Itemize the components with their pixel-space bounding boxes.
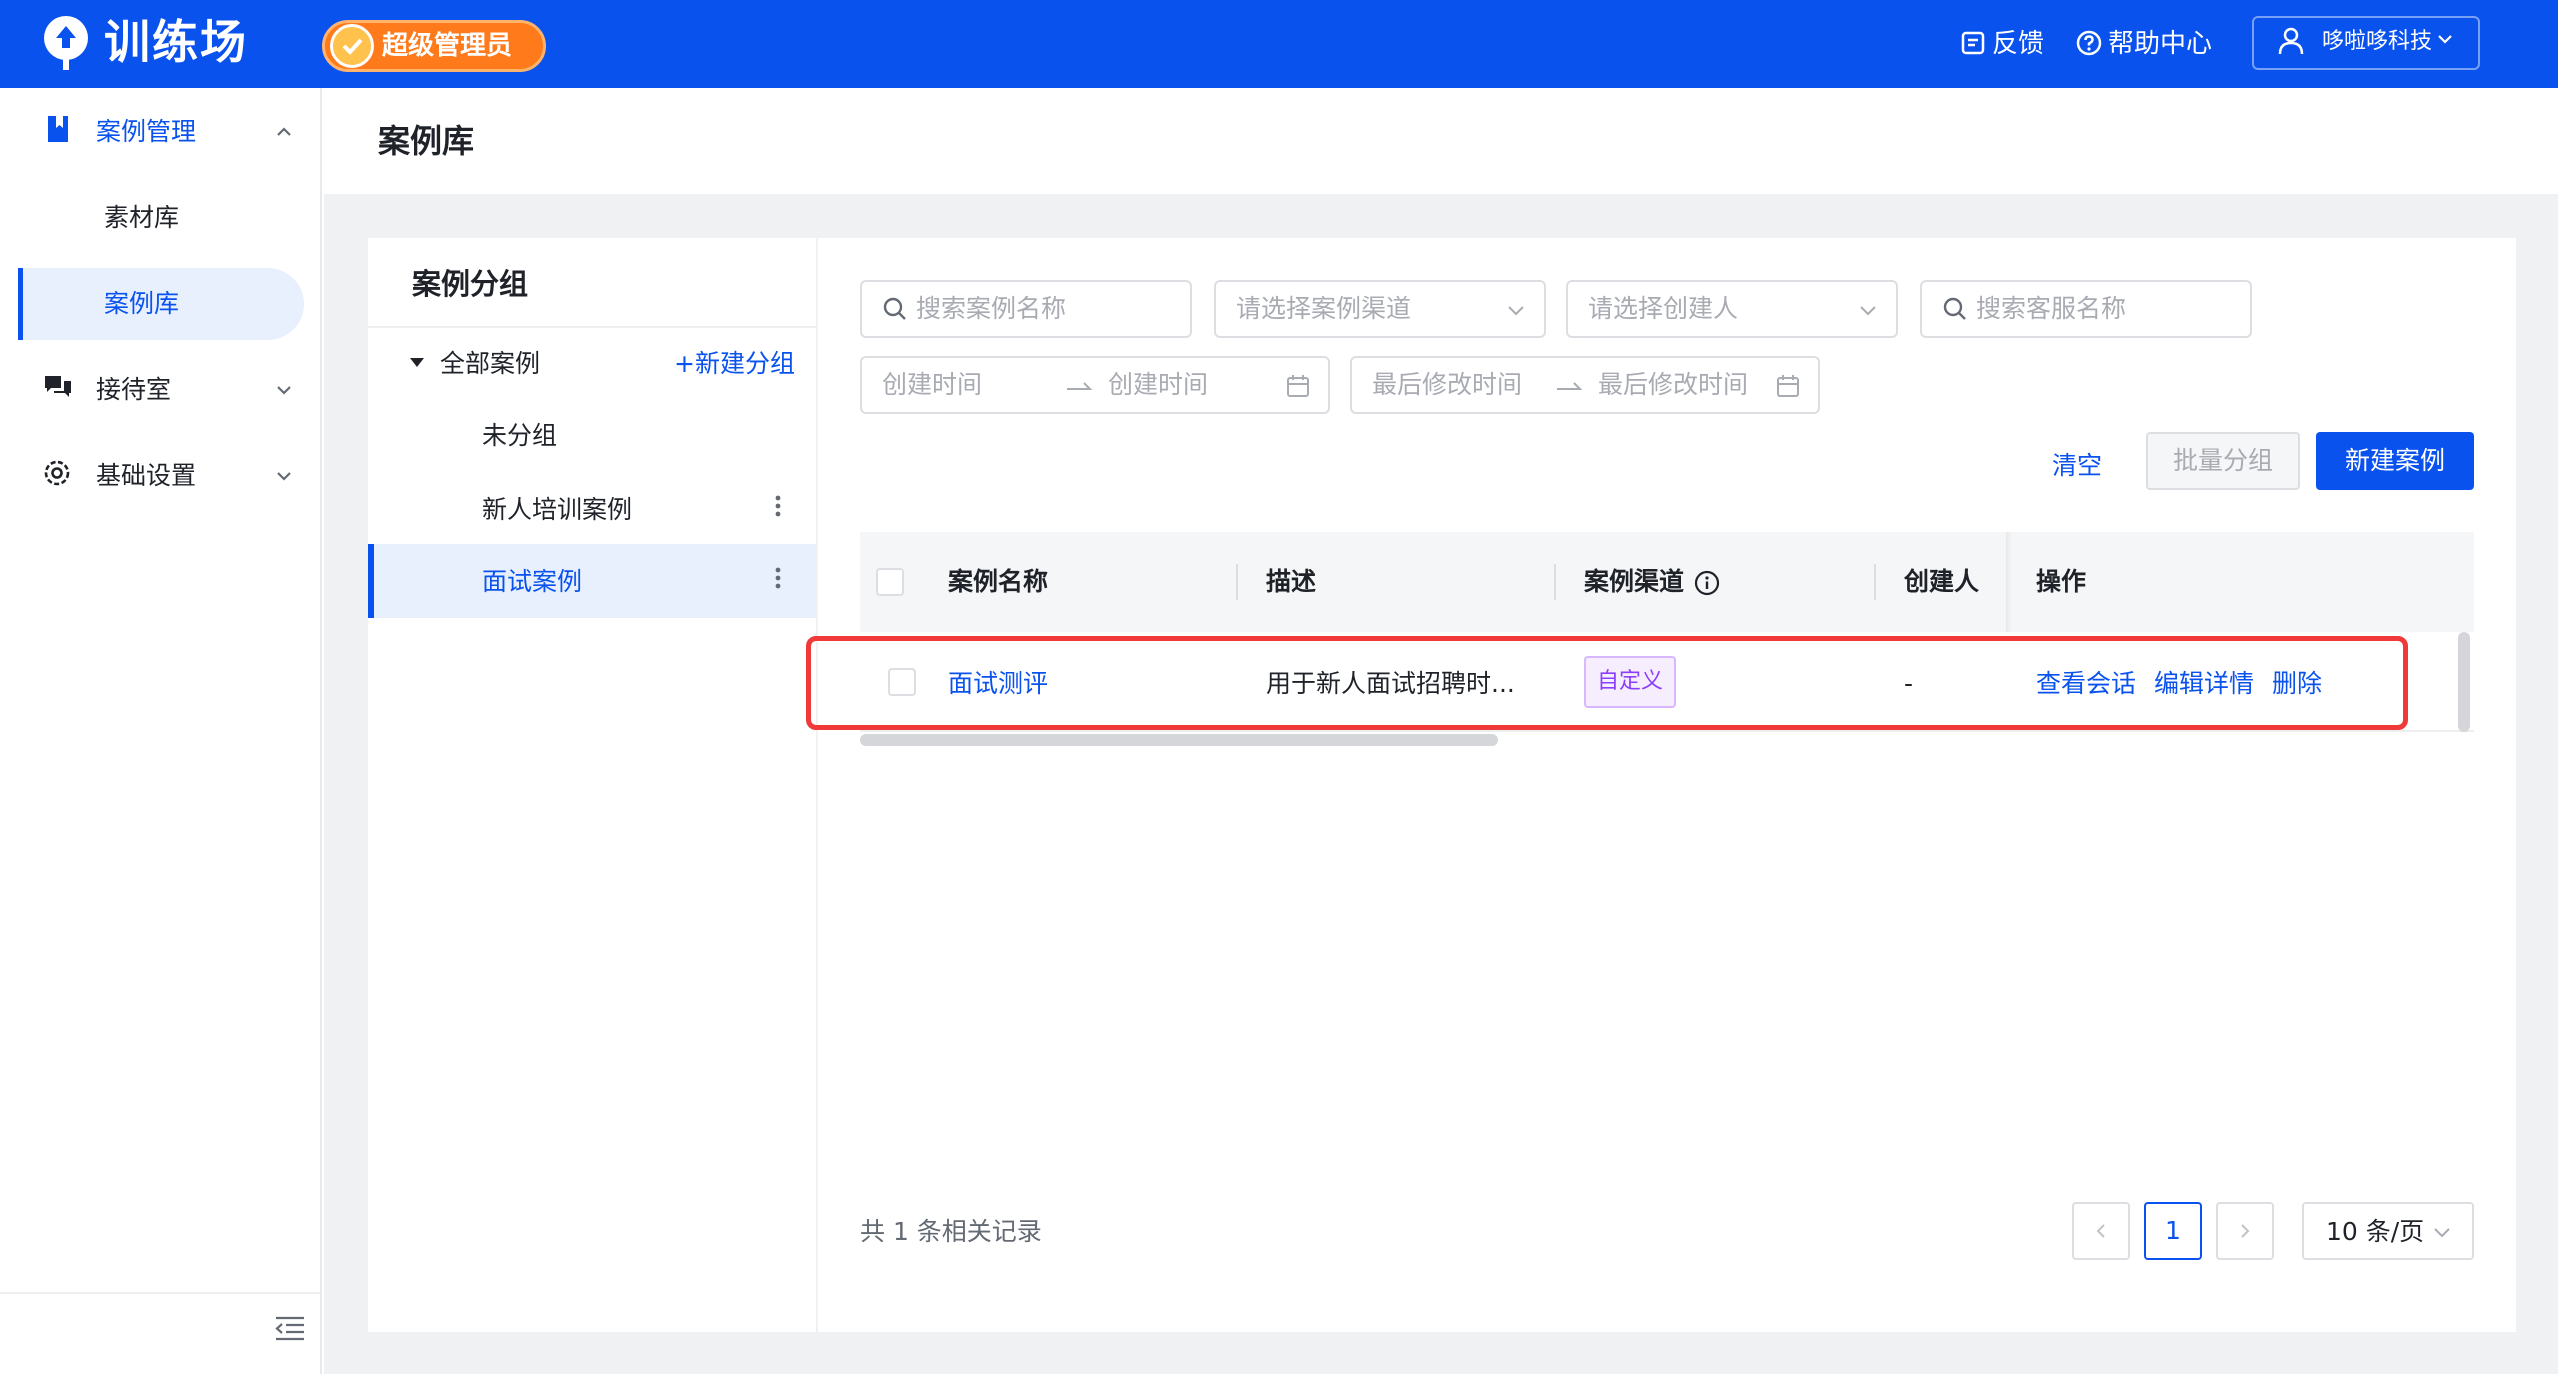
- search-case-input[interactable]: 搜索案例名称: [860, 280, 1192, 338]
- group-panel-title: 案例分组: [412, 267, 529, 301]
- help-center-link[interactable]: 帮助中心: [2076, 24, 2212, 64]
- more-vertical-icon[interactable]: [774, 566, 782, 590]
- modified-start-placeholder: 最后修改时间: [1372, 370, 1523, 399]
- user-icon: [2278, 27, 2304, 55]
- column-header-actions: 操作: [2036, 567, 2087, 596]
- column-header-creator: 创建人: [1904, 567, 1980, 596]
- sidebar-item-reception-room[interactable]: 接待室: [96, 370, 171, 410]
- column-separator: [1554, 564, 1556, 600]
- caret-down-icon[interactable]: [410, 358, 424, 367]
- feedback-label: 反馈: [1992, 29, 2045, 59]
- creator-placeholder: 请选择创建人: [1588, 294, 1739, 323]
- active-indicator: [368, 544, 374, 618]
- tree-item-interview-label: 面试案例: [482, 567, 583, 596]
- chat-icon: [45, 376, 71, 397]
- search-icon: [1943, 297, 1966, 320]
- page-number-button[interactable]: 1: [2144, 1202, 2202, 1260]
- chevron-down-icon: [2434, 1228, 2450, 1238]
- channel-placeholder: 请选择案例渠道: [1236, 294, 1412, 323]
- modified-end-placeholder: 最后修改时间: [1598, 370, 1749, 399]
- chevron-down-icon: [2438, 35, 2452, 44]
- role-badge-label: 超级管理员: [382, 31, 513, 61]
- gear-icon: [44, 460, 70, 486]
- page-header: [324, 88, 2558, 194]
- sidebar-item-material-library[interactable]: 素材库: [104, 198, 179, 238]
- search-agent-placeholder: 搜索客服名称: [1976, 294, 2127, 323]
- vertical-scrollbar[interactable]: [2458, 632, 2470, 732]
- tree-item-all-cases[interactable]: 全部案例: [440, 344, 540, 384]
- page-title: 案例库: [378, 122, 475, 160]
- sidebar-divider: [0, 1292, 320, 1294]
- book-icon: [48, 116, 68, 142]
- chevron-down-icon: [1508, 306, 1524, 316]
- sidebar-item-case-library-label: 案例库: [104, 289, 180, 318]
- chevron-right-icon: [2241, 1224, 2250, 1238]
- info-icon[interactable]: [1694, 570, 1720, 596]
- chevron-down-icon: [277, 386, 291, 395]
- horizontal-scrollbar[interactable]: [860, 734, 1498, 746]
- chevron-down-icon: [1860, 306, 1876, 316]
- highlight-box: [806, 636, 2408, 730]
- calendar-icon: [1287, 375, 1309, 397]
- sidebar-item-case-management[interactable]: 案例管理: [96, 112, 196, 152]
- logo-icon: [44, 16, 88, 70]
- tree-item-interview[interactable]: [368, 544, 816, 618]
- arrow-right-icon: [1067, 382, 1092, 390]
- tree-item-ungrouped[interactable]: 未分组: [482, 416, 557, 456]
- page-size-label: 10 条/页: [2326, 1217, 2425, 1246]
- search-case-placeholder: 搜索案例名称: [916, 294, 1067, 323]
- created-end-placeholder: 创建时间: [1108, 370, 1209, 399]
- modified-time-range[interactable]: 最后修改时间 最后修改时间: [1350, 356, 1820, 414]
- new-case-button[interactable]: 新建案例: [2316, 432, 2474, 490]
- total-records: 共 1 条相关记录: [860, 1217, 1042, 1246]
- channel-select[interactable]: 请选择案例渠道: [1214, 280, 1546, 338]
- user-name: 哆啦哆科技: [2322, 29, 2433, 54]
- help-icon: [2076, 30, 2102, 56]
- clear-button[interactable]: 清空: [2040, 440, 2114, 492]
- next-page-button[interactable]: [2216, 1202, 2274, 1260]
- sidebar-item-basic-settings[interactable]: 基础设置: [96, 456, 196, 496]
- calendar-icon: [1777, 375, 1799, 397]
- chevron-up-icon: [277, 127, 291, 136]
- group-panel: [368, 238, 816, 1332]
- collapse-sidebar-icon[interactable]: [274, 1314, 306, 1342]
- creator-select[interactable]: 请选择创建人: [1566, 280, 1898, 338]
- chevron-down-icon: [277, 472, 291, 481]
- logo-text: 训练场: [104, 15, 248, 69]
- select-all-checkbox[interactable]: [876, 568, 904, 596]
- column-header-name: 案例名称: [948, 567, 1049, 596]
- column-header-channel: 案例渠道: [1584, 567, 1685, 596]
- medal-icon: [330, 24, 374, 68]
- column-separator: [1874, 564, 1876, 600]
- column-separator: [1236, 564, 1238, 600]
- arrow-right-icon: [1557, 382, 1582, 390]
- divider: [368, 326, 816, 328]
- search-icon: [883, 297, 906, 320]
- help-center-label: 帮助中心: [2108, 29, 2213, 59]
- created-time-range[interactable]: 创建时间 创建时间: [860, 356, 1330, 414]
- new-group-button[interactable]: +新建分组: [674, 344, 795, 384]
- tree-item-newbie-training[interactable]: 新人培训案例: [482, 490, 632, 530]
- active-indicator: [18, 268, 23, 340]
- batch-group-button[interactable]: 批量分组: [2146, 432, 2300, 490]
- created-start-placeholder: 创建时间: [882, 370, 983, 399]
- column-header-description: 描述: [1266, 567, 1317, 596]
- feedback-link[interactable]: 反馈: [1960, 24, 2044, 64]
- more-vertical-icon[interactable]: [774, 494, 782, 518]
- chevron-left-icon: [2096, 1224, 2105, 1238]
- prev-page-button[interactable]: [2072, 1202, 2130, 1260]
- search-agent-input[interactable]: 搜索客服名称: [1920, 280, 2252, 338]
- feedback-icon: [1961, 31, 1985, 55]
